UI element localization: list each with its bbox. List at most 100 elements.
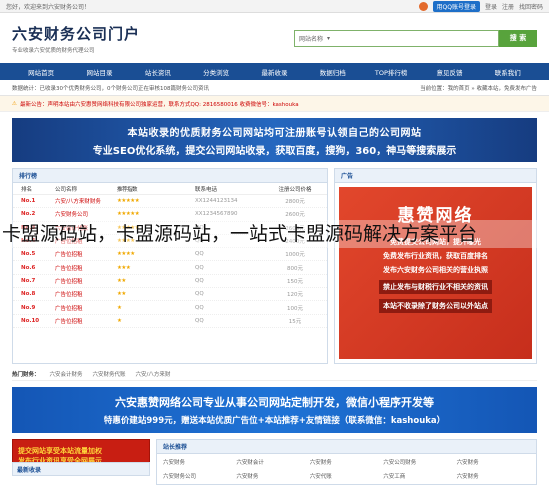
hot-link-1[interactable]: 六安会计财务 xyxy=(50,370,83,378)
ranking-row[interactable]: No.1 六安/八方来财财务 ★★★★★ XX1244123134 2800元 xyxy=(13,195,327,209)
recommend-list: 六安财务 六安财会计 六安财务 六安公司财务 六安财务 六安财务公司 六安财务 六安代账 六安工… xyxy=(157,454,536,484)
stats-text: 数据统计：已收录30个优秀财务公司，0个财务公司正在审核108篇财务公司资讯 xyxy=(12,85,209,92)
rank-number: No.5 xyxy=(21,251,36,258)
hot-link-2[interactable]: 六安财务代账 xyxy=(93,370,126,378)
nav-item-categories[interactable]: 分类浏览 xyxy=(187,67,245,77)
ranking-row[interactable]: No.8 广告位招租 ★★ QQ 120元 xyxy=(13,288,327,302)
recommend-link[interactable]: 六安工商 xyxy=(383,472,456,480)
rating-stars: ★ xyxy=(117,317,122,324)
ranking-row[interactable]: No.9 广告位招租 ★ QQ 100元 xyxy=(13,301,327,315)
nav-item-archive[interactable]: 数据归档 xyxy=(304,67,362,77)
site-header: 六安财务公司门户 专业收录六安优质的财务代理公司 网站名称 ▾ 搜 索 xyxy=(0,13,549,63)
register-price: 15元 xyxy=(288,318,302,325)
contact-phone: XX1234567890 xyxy=(195,211,238,218)
ranking-row[interactable]: No.6 广告位招租 ★★★ QQ 800元 xyxy=(13,261,327,275)
hot-label: 热门财务： xyxy=(12,372,40,378)
rating-stars: ★★ xyxy=(117,291,126,298)
chevron-down-icon: ▾ xyxy=(327,34,331,42)
middle-section: 排行榜 排名 公司名称 推荐指数 联系电话 注册公司价格 No.1 六安/八方来财… xyxy=(12,168,537,364)
nav-item-directory[interactable]: 网站目录 xyxy=(70,67,128,77)
recommend-link[interactable]: 六安代账 xyxy=(310,472,383,480)
hot-link-3[interactable]: 六安/八方来财 xyxy=(136,370,171,378)
ranking-row[interactable]: No.7 广告位招租 ★★ QQ 150元 xyxy=(13,275,327,289)
hot-links: 热门财务： 六安会计财务 六安财务代账 六安/八方来财 xyxy=(12,368,537,381)
rank-number: No.8 xyxy=(21,291,36,298)
register-price: 1000元 xyxy=(285,252,305,259)
recommend-link[interactable]: 六安财务 xyxy=(457,458,530,466)
company-name: 广告位招租 xyxy=(55,265,83,272)
logo[interactable]: 六安财务公司门户 专业收录六安优质的财务代理公司 xyxy=(12,23,140,54)
contact-phone: QQ xyxy=(195,304,204,311)
header-stars: 推荐指数 xyxy=(117,186,138,193)
nav-item-feedback[interactable]: 意见反馈 xyxy=(420,67,478,77)
login-link[interactable]: 登录 xyxy=(485,2,497,11)
overlay-caption: 卡盟源码站，卡盟源码站，一站式卡盟源码解决方案平台 xyxy=(0,220,549,248)
site-subtitle: 专业收录六安优质的财务代理公司 xyxy=(12,47,95,54)
rank-number: No.1 xyxy=(21,198,36,205)
bottom-banner-line2: 特惠价建站999元，赠送本站优质广告位+本站推荐+友情链接（联系微信：kasho… xyxy=(103,416,446,426)
recommend-link[interactable]: 六安财务 xyxy=(310,458,383,466)
ranking-panel: 排行榜 排名 公司名称 推荐指数 联系电话 注册公司价格 No.1 六安/八方来财… xyxy=(12,168,328,364)
site-title: 六安财务公司门户 xyxy=(12,24,141,43)
company-name: 广告位招租 xyxy=(55,292,83,299)
nav-item-home[interactable]: 网站首页 xyxy=(12,67,70,77)
search-input[interactable]: 网站名称 ▾ xyxy=(294,29,499,47)
ranking-row[interactable]: No.5 广告位招租 ★★★★ QQ 1000元 xyxy=(13,248,327,262)
top-bar: 您好，欢迎来到六安财务公司！ 用QQ账号登录 登录 注册 找回密码 xyxy=(0,0,549,13)
search-type-select[interactable]: 网站名称 xyxy=(299,34,323,43)
ranking-row[interactable]: No.10 广告位招租 ★ QQ 15元 xyxy=(13,315,327,328)
contact-phone: QQ xyxy=(195,277,204,284)
top-banner[interactable]: 本站收录的优质财务公司网站均可注册账号认领自己的公司网站 专业SEO优化系统，提… xyxy=(12,118,537,162)
rank-number: No.7 xyxy=(21,277,36,284)
contact-phone: QQ xyxy=(195,291,204,298)
recommend-link[interactable]: 六安公司财务 xyxy=(383,458,456,466)
newest-title: 最新收录 xyxy=(12,462,150,476)
qq-login-button[interactable]: 用QQ账号登录 xyxy=(432,0,480,12)
nav-item-latest[interactable]: 最新收录 xyxy=(245,67,303,77)
register-price: 100元 xyxy=(287,305,303,312)
contact-phone: QQ xyxy=(195,317,204,324)
ad-line2: 免费发布行业资讯，获取百度排名 xyxy=(383,252,488,260)
contact-phone: QQ xyxy=(195,251,204,258)
contact-phone: XX1244123134 xyxy=(195,198,238,205)
warning-icon: ⚠ xyxy=(12,100,17,107)
header-contact: 联系电话 xyxy=(195,186,218,193)
bottom-banner-line1: 六安惠赞网络公司专业从事公司网站定制开发，微信小程序开发等 xyxy=(115,396,434,409)
register-price: 2600元 xyxy=(285,212,305,219)
stats-bar: 数据统计：已收录30个优秀财务公司，0个财务公司正在审核108篇财务公司资讯 当… xyxy=(0,80,549,96)
company-name: 六安财务公司 xyxy=(55,212,89,219)
rating-stars: ★ xyxy=(117,304,122,311)
recommend-link[interactable]: 六安财务 xyxy=(236,472,309,480)
recommend-link[interactable]: 六安财务公司 xyxy=(163,472,236,480)
rating-stars: ★★★★ xyxy=(117,251,135,258)
register-price: 2800元 xyxy=(285,199,305,206)
company-name: 广告位招租 xyxy=(55,252,83,259)
rating-stars: ★★★★★ xyxy=(117,211,140,218)
rating-stars: ★★★★★ xyxy=(117,198,140,205)
ad-line5: 本站不收录除了财务公司以外站点 xyxy=(379,299,492,313)
ad-line4: 禁止发布与财税行业不相关的资讯 xyxy=(379,280,492,294)
company-name: 广告位招租 xyxy=(55,278,83,285)
rank-number: No.9 xyxy=(21,304,36,311)
breadcrumb[interactable]: 当前位置：我的首页 » 收藏本站，免费发布广告 xyxy=(420,84,537,92)
notice-bar: ⚠ 最新公告：声明本站由六安惠赞网络科技有限公司独家运营，联系方式QQ: 281… xyxy=(0,96,549,112)
nav-item-contact[interactable]: 联系我们 xyxy=(479,67,537,77)
register-price: 120元 xyxy=(287,292,303,299)
ad-banner[interactable]: 惠赞网络 免费提交公司网站，提升曝光 免费发布行业资讯，获取百度排名 发布六安财… xyxy=(339,187,532,359)
register-link[interactable]: 注册 xyxy=(502,2,514,11)
nav-item-news[interactable]: 站长资讯 xyxy=(129,67,187,77)
ad-panel: 广告 惠赞网络 免费提交公司网站，提升曝光 免费发布行业资讯，获取百度排名 发布… xyxy=(334,168,537,364)
nav-item-top[interactable]: TOP排行榜 xyxy=(362,67,420,77)
bottom-banner[interactable]: 六安惠赞网络公司专业从事公司网站定制开发，微信小程序开发等 特惠价建站999元，… xyxy=(12,387,537,433)
recommend-link[interactable]: 六安财会计 xyxy=(236,458,309,466)
recommend-link[interactable]: 六安财务 xyxy=(163,458,236,466)
rating-stars: ★★★ xyxy=(117,264,131,271)
help-link[interactable]: 找回密码 xyxy=(519,2,543,11)
header-price: 注册公司价格 xyxy=(278,186,312,193)
search-button[interactable]: 搜 索 xyxy=(499,29,537,47)
rating-stars: ★★ xyxy=(117,277,126,284)
company-name: 六安/八方来财财务 xyxy=(55,199,101,206)
recommend-link[interactable]: 六安财务 xyxy=(457,472,530,480)
recommend-panel: 站长推荐 六安财务 六安财会计 六安财务 六安公司财务 六安财务 六安财务公司 六安财务 六安… xyxy=(156,439,537,485)
top-banner-line2: 专业SEO优化系统，提交公司网站收录，获取百度，搜狗，360，神马等搜索展示 xyxy=(92,145,457,157)
